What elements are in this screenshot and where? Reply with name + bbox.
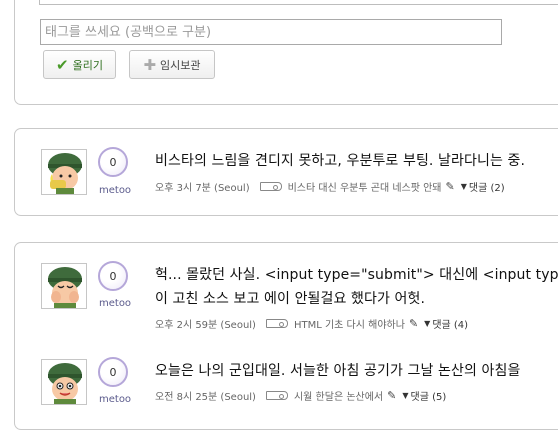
entry-meta: 오전 8시 25분 (Seoul) 시월 한달은 논산에서 ✎ ▼ 댓글 (5) (155, 388, 446, 403)
caret-down-icon: ▼ (402, 391, 409, 400)
tag-icon (265, 319, 288, 328)
pencil-icon[interactable]: ✎ (409, 317, 418, 330)
composer-panel: ✔ 올리기 ✚ 임시보관 (14, 0, 558, 105)
comments-link[interactable]: ▼ 댓글 (4) (422, 316, 468, 331)
comments-count: 댓글 (2) (468, 183, 505, 194)
soldier-avatar-icon (42, 360, 86, 404)
metoo-label[interactable]: metoo (99, 298, 133, 309)
post-button-label: 올리기 (72, 58, 103, 72)
pencil-icon[interactable]: ✎ (387, 389, 396, 402)
metoo-label[interactable]: metoo (99, 394, 133, 405)
tag-icon (259, 182, 282, 191)
comments-link[interactable]: ▼ 댓글 (2) (459, 179, 505, 194)
timestamp: 오후 2시 59분 (Seoul) (155, 320, 256, 331)
avatar[interactable] (41, 359, 87, 405)
avatar[interactable] (41, 149, 87, 195)
entry-text: 비스타의 느림을 견디지 못하고, 우분투로 부팅. 날라다니는 중. (155, 153, 526, 169)
draft-button-label: 임시보관 (160, 58, 201, 72)
soldier-avatar-icon (42, 264, 86, 308)
post-button[interactable]: ✔ 올리기 (43, 50, 116, 79)
entry-meta: 오후 2시 59분 (Seoul) HTML 기초 다시 해야하나 ✎ ▼ 댓글… (155, 316, 468, 331)
metoo-counter[interactable]: 0 (98, 147, 128, 177)
content-textarea[interactable] (39, 0, 558, 5)
tag-list[interactable]: 비스타 대신 우분투 곤대 네스팟 안돼 (288, 179, 442, 194)
feed-panel: 0 metoo 헉... 몰랐던 사실. <input type="submit… (14, 242, 558, 430)
metoo-label[interactable]: metoo (99, 185, 133, 196)
draft-button[interactable]: ✚ 임시보관 (129, 50, 215, 79)
entry-text: 헉... 몰랐던 사실. <input type="submit"> 대신에 <… (155, 267, 558, 283)
tag-icon (265, 391, 288, 400)
tag-list[interactable]: HTML 기초 다시 해야하나 (294, 316, 405, 331)
avatar[interactable] (41, 263, 87, 309)
plus-icon: ✚ (143, 55, 157, 74)
timestamp: 오후 3시 7분 (Seoul) (155, 183, 250, 194)
caret-down-icon: ▼ (424, 319, 431, 328)
tag-list[interactable]: 시월 한달은 논산에서 (294, 388, 383, 403)
check-icon: ✔ (56, 55, 69, 74)
metoo-counter[interactable]: 0 (98, 357, 128, 387)
feed-panel: 0 metoo 비스타의 느림을 견디지 못하고, 우분투로 부팅. 날라다니는… (14, 128, 558, 216)
metoo-counter[interactable]: 0 (98, 261, 128, 291)
tag-input[interactable] (40, 19, 502, 45)
soldier-avatar-icon (42, 150, 86, 194)
caret-down-icon: ▼ (460, 182, 467, 191)
comments-count: 댓글 (4) (432, 320, 469, 331)
entry-text: 오늘은 나의 군입대일. 서늘한 아침 공기가 그날 논산의 아침을 (155, 363, 521, 379)
comments-count: 댓글 (5) (410, 392, 447, 403)
entry-text-continued: 이 고친 소스 보고 에이 안될걸요 했다가 어헛. (155, 291, 426, 307)
pencil-icon[interactable]: ✎ (446, 180, 455, 193)
comments-link[interactable]: ▼ 댓글 (5) (400, 388, 446, 403)
timestamp: 오전 8시 25분 (Seoul) (155, 392, 256, 403)
entry-meta: 오후 3시 7분 (Seoul) 비스타 대신 우분투 곤대 네스팟 안돼 ✎ … (155, 179, 505, 194)
